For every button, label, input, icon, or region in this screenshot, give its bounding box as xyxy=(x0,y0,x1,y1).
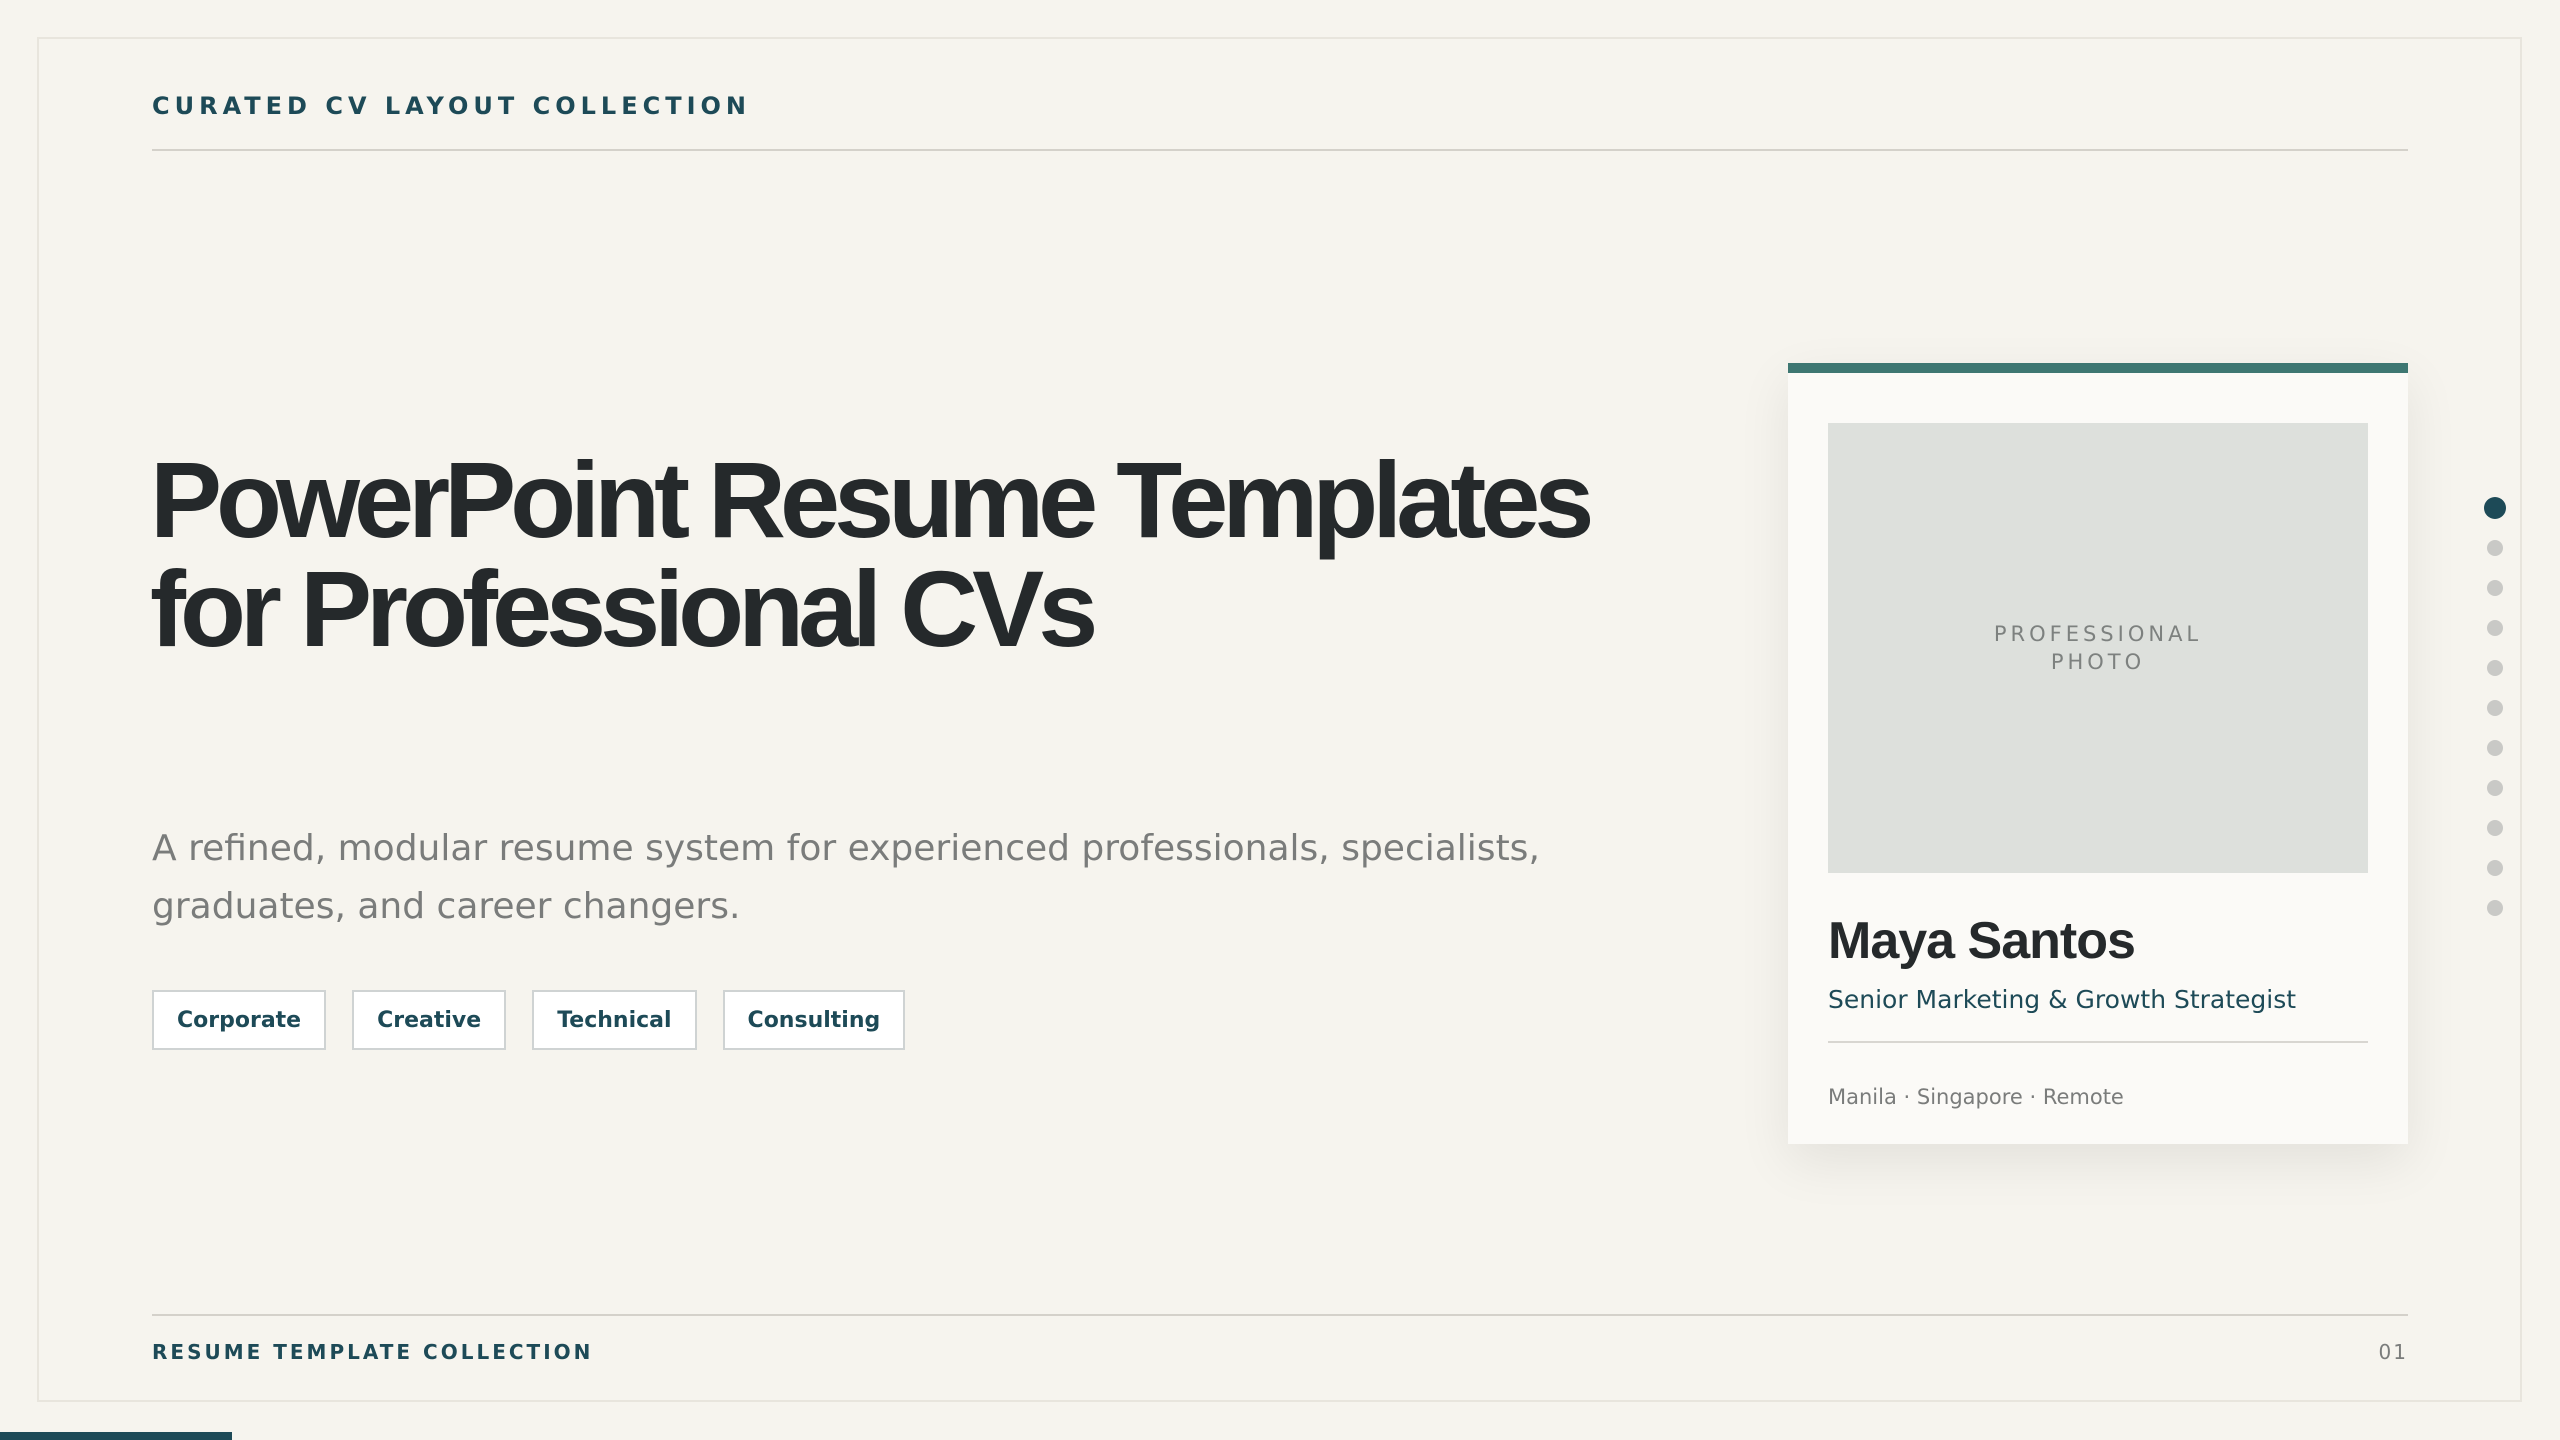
slide-progress-bar xyxy=(0,1432,232,1440)
slide-dot-1[interactable] xyxy=(2484,497,2506,519)
page-number: 01 xyxy=(2378,1340,2408,1364)
tag-creative[interactable]: Creative xyxy=(352,990,507,1050)
slide-dot-8[interactable] xyxy=(2487,780,2503,796)
candidate-role: Senior Marketing & Growth Strategist xyxy=(1828,985,2297,1014)
header-divider xyxy=(152,149,2408,151)
collection-eyebrow: CURATED CV LAYOUT COLLECTION xyxy=(152,92,751,120)
slide-dot-10[interactable] xyxy=(2487,860,2503,876)
candidate-location: Manila · Singapore · Remote xyxy=(1828,1085,2124,1109)
category-tags: Corporate Creative Technical Consulting xyxy=(152,990,906,1050)
slide-dot-3[interactable] xyxy=(2487,580,2503,596)
slide-dot-7[interactable] xyxy=(2487,740,2503,756)
slide-dot-6[interactable] xyxy=(2487,700,2503,716)
resume-preview-card: PROFESSIONAL PHOTO Maya Santos Senior Ma… xyxy=(1788,363,2408,1144)
slide-dot-5[interactable] xyxy=(2487,660,2503,676)
candidate-name: Maya Santos xyxy=(1828,912,2136,970)
page-subtitle: A refined, modular resume system for exp… xyxy=(152,828,1540,927)
photo-placeholder-label: PROFESSIONAL PHOTO xyxy=(1993,622,2203,674)
footer-label: RESUME TEMPLATE COLLECTION xyxy=(152,1340,594,1364)
tag-corporate[interactable]: Corporate xyxy=(152,990,327,1050)
slide-dot-11[interactable] xyxy=(2487,900,2503,916)
tag-consulting[interactable]: Consulting xyxy=(722,990,906,1050)
slide-dot-9[interactable] xyxy=(2487,820,2503,836)
slide-dot-2[interactable] xyxy=(2487,540,2503,556)
profile-photo-placeholder: PROFESSIONAL PHOTO xyxy=(1828,423,2368,873)
tag-technical[interactable]: Technical xyxy=(532,990,697,1050)
footer-divider xyxy=(152,1314,2408,1316)
slide-dot-4[interactable] xyxy=(2487,620,2503,636)
page-title: PowerPoint Resume Templates for Professi… xyxy=(150,439,1594,669)
card-divider xyxy=(1828,1041,2368,1043)
